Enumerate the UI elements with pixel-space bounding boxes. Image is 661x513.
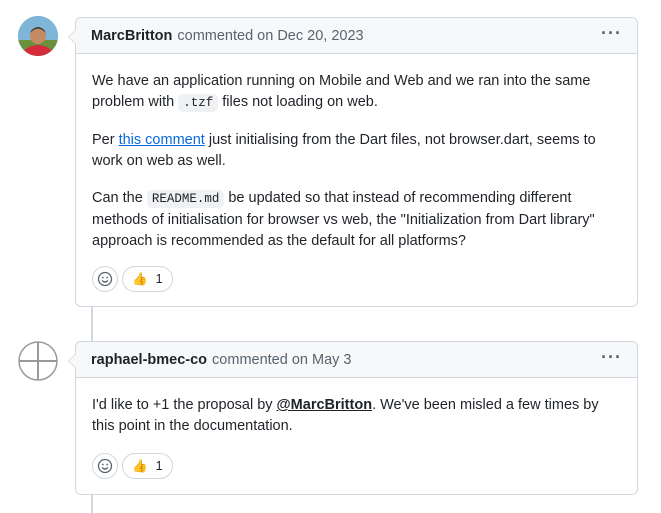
comment-author[interactable]: MarcBritton [91,28,172,44]
comment-timestamp[interactable]: commented on May 3 [212,352,351,368]
thumbs-up-icon: 👍 [132,271,148,286]
comment-paragraph: Can the README.md be updated so that ins… [92,190,595,249]
comment-body: I'd like to +1 the proposal by @MarcBrit… [76,395,637,437]
user-mention-link[interactable]: @MarcBritton [277,397,373,413]
timeline-line [91,495,93,513]
thumbs-up-reaction-button[interactable]: 👍 1 [122,453,173,479]
reactions-bar: 👍 1 [92,453,173,479]
kebab-menu-icon[interactable]: ··· [601,348,622,372]
inline-code: README.md [146,190,225,208]
add-reaction-smiley-icon[interactable] [92,266,118,292]
kebab-menu-icon[interactable]: ··· [601,24,622,48]
reactions-bar: 👍 1 [92,266,173,292]
thumbs-up-reaction-button[interactable]: 👍 1 [122,266,173,292]
comment-link[interactable]: this comment [119,132,205,148]
user-photo-avatar[interactable] [18,16,58,56]
timeline-line [91,307,93,341]
inline-code: .tzf [178,94,219,112]
comment-header: MarcBritton commented on Dec 20, 2023 ··… [76,18,637,54]
reaction-count: 1 [155,272,163,286]
comment-card: raphael-bmec-co commented on May 3 ··· I… [68,341,638,495]
thumbs-up-icon: 👍 [132,458,148,473]
comment-body: We have an application running on Mobile… [76,71,637,252]
comment-card: MarcBritton commented on Dec 20, 2023 ··… [68,17,638,307]
reaction-count: 1 [155,459,163,473]
comment-paragraph: Per this comment just initialising from … [92,132,596,169]
add-reaction-smiley-icon[interactable] [92,453,118,479]
comment-author[interactable]: raphael-bmec-co [91,352,207,368]
comment-header: raphael-bmec-co commented on May 3 ··· [76,342,637,378]
comment-paragraph: We have an application running on Mobile… [92,73,591,112]
comment-timestamp[interactable]: commented on Dec 20, 2023 [177,28,363,44]
identicon-avatar[interactable] [18,341,58,381]
comment-paragraph: I'd like to +1 the proposal by @MarcBrit… [92,397,599,434]
